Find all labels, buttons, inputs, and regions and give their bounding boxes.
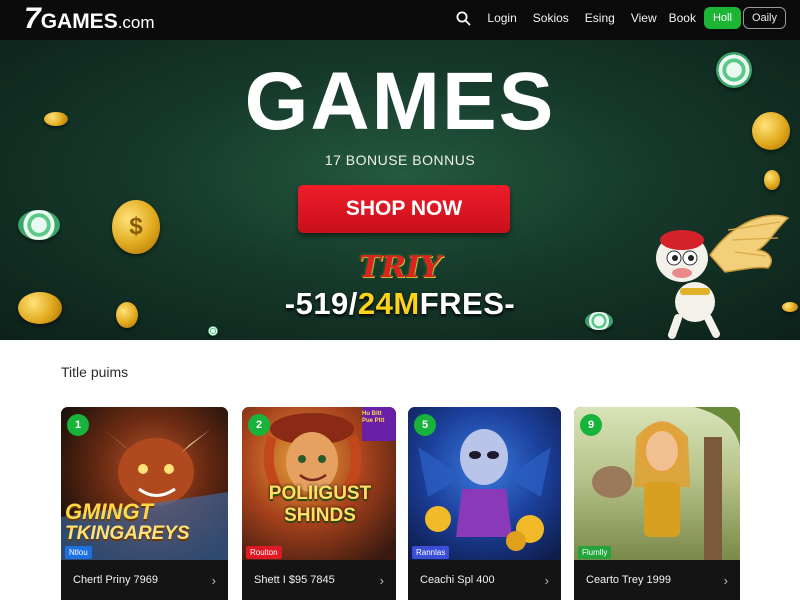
card-footer: Ceachi Spl 400 ›: [408, 560, 561, 600]
game-art-subtitle: SHINDS: [284, 505, 356, 526]
gold-coin-icon: $: [112, 200, 160, 254]
winged-mascot-image: [656, 214, 790, 339]
rank-badge: 2: [248, 414, 270, 436]
card-footer: Cearto Trey 1999 ›: [574, 560, 740, 600]
nav-menu: Login Sokios Esing View Book Holl Oaily: [451, 6, 786, 30]
game-card[interactable]: GMINGT TKINGAREYS 1 Ntlou Chertl Priny 7…: [61, 407, 228, 600]
hero-subtitle: 17 BONUSE BONNUS: [324, 152, 476, 168]
nav-link-sokios[interactable]: Sokios: [533, 11, 569, 25]
promo-prefix: -519/: [284, 286, 358, 321]
logo-seven: 7: [24, 2, 41, 35]
top-nav-bar: 7 GAMES .com Login Sokios Esing View Boo…: [0, 0, 800, 40]
chevron-right-icon[interactable]: ›: [545, 573, 549, 588]
poker-chip-icon: [18, 210, 60, 240]
game-art-title: POLIIGUST: [268, 483, 372, 504]
chevron-right-icon[interactable]: ›: [212, 573, 216, 588]
section-title: Title puims: [61, 364, 129, 380]
category-badge: Flumlly: [578, 546, 612, 559]
promo-suffix: FRES-: [419, 286, 516, 321]
rank-badge: 1: [67, 414, 89, 436]
try-label: TRIY: [358, 250, 442, 285]
nav-link-esing[interactable]: Esing: [585, 11, 615, 25]
game-name: Cearto Trey 1999: [586, 574, 671, 586]
promo-highlight: 24M: [357, 286, 420, 321]
card-footer: Chertl Priny 7969 ›: [61, 560, 228, 600]
game-card[interactable]: 5 Rannlas Ceachi Spl 400 ›: [408, 407, 561, 600]
nav-link-view[interactable]: View: [631, 11, 657, 25]
corner-promo-text: Hu Bitt Pue Pltt: [362, 411, 385, 424]
game-name: Ceachi Spl 400: [420, 574, 495, 586]
game-name: Shett I $95 7845: [254, 574, 335, 586]
game-card[interactable]: Hu Bitt Pue Pltt POLIIGUST SHINDS 2 Roul…: [242, 407, 396, 600]
logo-name: GAMES: [40, 10, 118, 33]
shop-now-button[interactable]: SHOP NOW: [298, 185, 510, 233]
gold-coin-icon: [764, 170, 780, 190]
game-card[interactable]: 9 Flumlly Cearto Trey 1999 ›: [574, 407, 740, 600]
hero-title: GAMES: [244, 56, 556, 147]
logo-domain: .com: [117, 13, 155, 32]
search-icon[interactable]: [451, 6, 475, 30]
game-name: Chertl Priny 7969: [73, 574, 158, 586]
primary-button[interactable]: Holl: [703, 7, 741, 29]
category-badge: Ntlou: [65, 546, 92, 559]
chevron-right-icon[interactable]: ›: [380, 573, 384, 588]
site-logo[interactable]: 7 GAMES .com: [24, 4, 155, 34]
nav-link-login[interactable]: Login: [487, 11, 516, 25]
nav-link-book[interactable]: Book: [669, 11, 696, 25]
hero-banner: $ GAMES 17 BONUSE BONNUS SHOP NOW TRIY -…: [0, 40, 800, 340]
rank-badge: 9: [580, 414, 602, 436]
game-art-title: GMINGT: [65, 499, 153, 524]
category-badge: Roulton: [246, 546, 282, 559]
card-footer: Shett I $95 7845 ›: [242, 560, 396, 600]
rank-badge: 5: [414, 414, 436, 436]
secondary-button[interactable]: Oaily: [742, 7, 786, 29]
poker-chip-icon: [208, 326, 218, 336]
chevron-right-icon[interactable]: ›: [724, 573, 728, 588]
category-badge: Rannlas: [412, 546, 450, 559]
game-art-subtitle: TKINGAREYS: [65, 523, 190, 544]
